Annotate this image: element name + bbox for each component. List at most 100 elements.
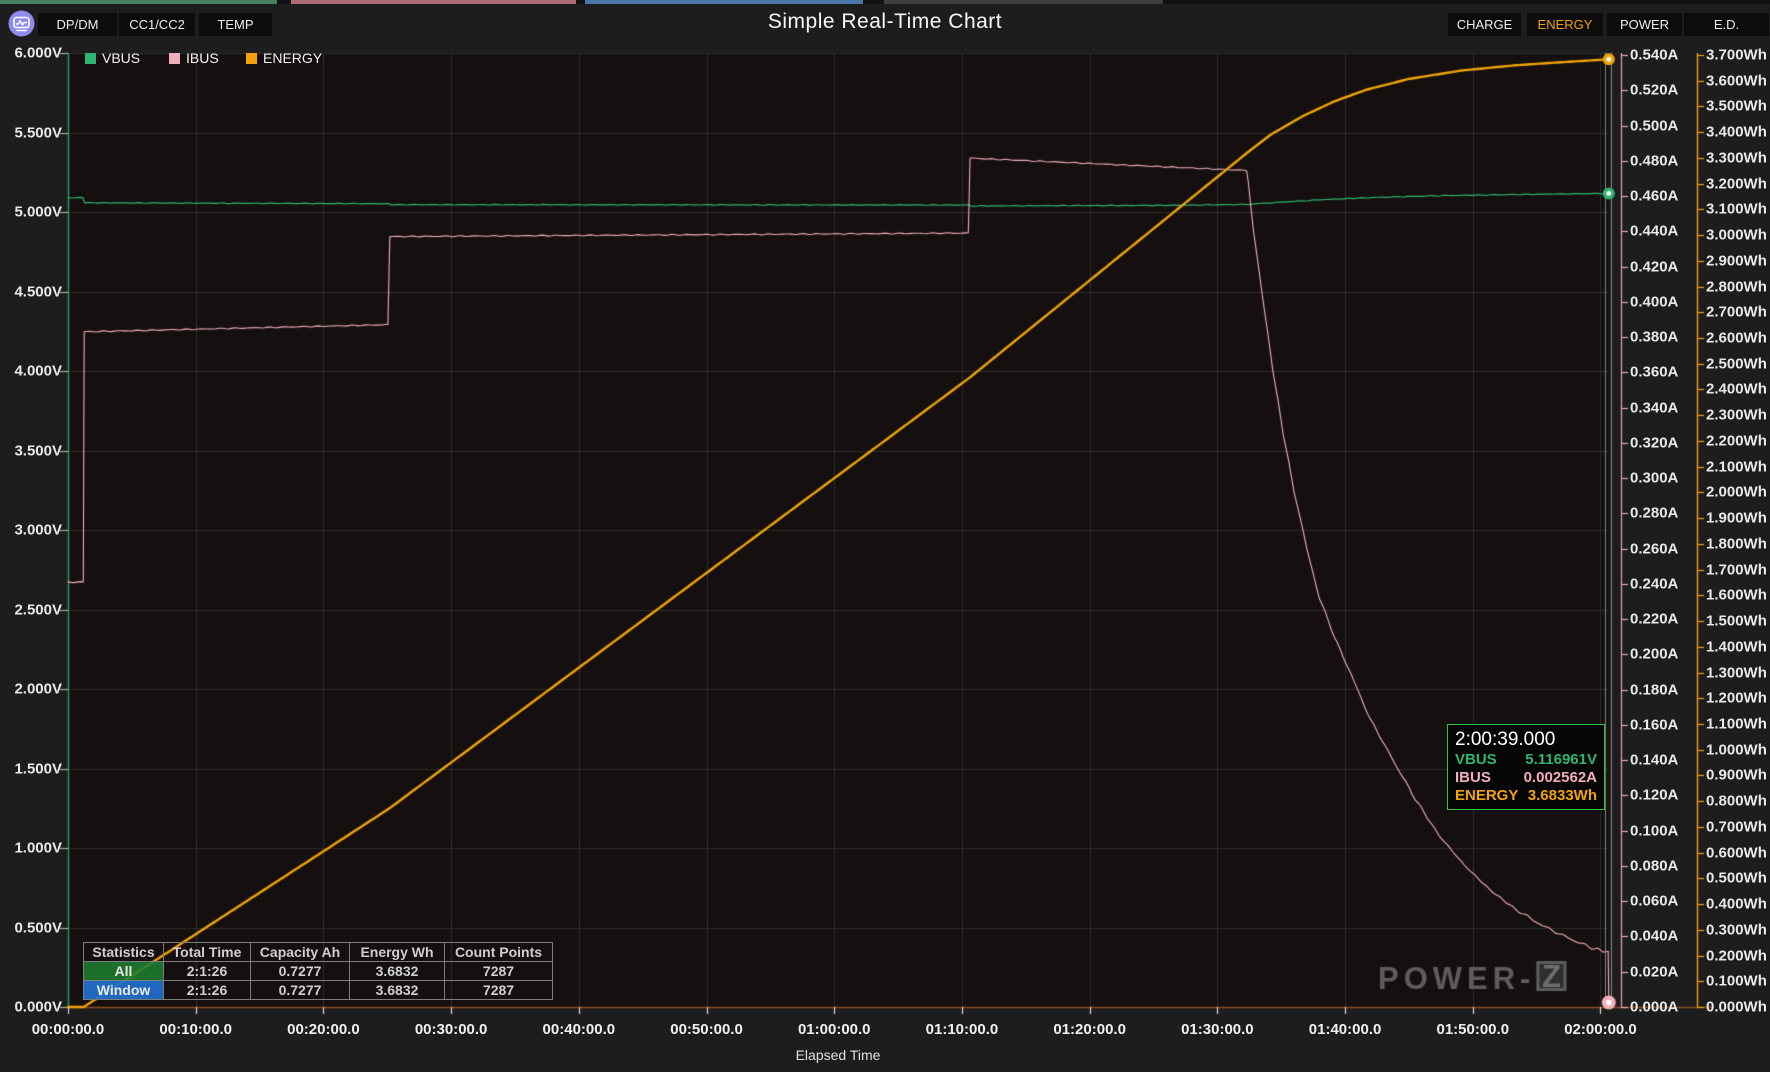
time-tick-label: 00:20:00.0 (287, 1021, 360, 1038)
stats-value-cell: 3.6832 (350, 962, 445, 981)
stats-row-all[interactable]: All2:1:260.72773.68327287 (84, 962, 553, 981)
stats-value-cell: 3.6832 (350, 981, 445, 1000)
energy-tick-label: 2.500Wh (1706, 356, 1767, 371)
ibus-tick-label: 0.060A (1630, 894, 1678, 909)
statistics-table: StatisticsTotal TimeCapacity AhEnergy Wh… (83, 942, 553, 1000)
vbus-tick-label: 1.000V (0, 841, 62, 856)
tooltip-row-ibus: IBUS0.002562A (1455, 769, 1597, 787)
energy-tick-label: 3.000Wh (1706, 228, 1767, 243)
ibus-tick-label: 0.500A (1630, 118, 1678, 133)
tooltip-series-label: ENERGY (1455, 787, 1518, 805)
vbus-tick-label: 5.000V (0, 205, 62, 220)
ibus-tick-label: 0.320A (1630, 435, 1678, 450)
energy-tick-label: 0.500Wh (1706, 871, 1767, 886)
tooltip-time: 2:00:39.000 (1455, 728, 1597, 751)
energy-tick-label: 0.400Wh (1706, 897, 1767, 912)
vbus-tick-label: 3.000V (0, 523, 62, 538)
ibus-tick-label: 0.540A (1630, 48, 1678, 63)
cursor-tooltip: 2:00:39.000 VBUS 5.116961VIBUS0.002562AEN… (1447, 724, 1605, 810)
stats-value-cell: 0.7277 (251, 981, 350, 1000)
energy-tick-label: 3.100Wh (1706, 202, 1767, 217)
stats-value-cell: 7287 (445, 981, 553, 1000)
ibus-tick-label: 0.040A (1630, 929, 1678, 944)
vbus-tick-label: 2.500V (0, 602, 62, 617)
vbus-tick-label: 0.000V (0, 1000, 62, 1015)
energy-tick-label: 1.200Wh (1706, 691, 1767, 706)
time-tick-label: 01:00:00.0 (798, 1021, 871, 1038)
ibus-tick-label: 0.300A (1630, 471, 1678, 486)
vbus-tick-label: 5.500V (0, 125, 62, 140)
ibus-tick-label: 0.080A (1630, 858, 1678, 873)
energy-tick-label: 0.100Wh (1706, 974, 1767, 989)
energy-tick-label: 0.800Wh (1706, 794, 1767, 809)
time-tick-label: 01:50:00.0 (1436, 1021, 1509, 1038)
ibus-tick-label: 0.020A (1630, 964, 1678, 979)
legend-label-vbus: VBUS (102, 50, 140, 66)
energy-tick-label: 0.300Wh (1706, 922, 1767, 937)
energy-tick-label: 2.000Wh (1706, 485, 1767, 500)
vbus-tick-label: 4.500V (0, 284, 62, 299)
time-tick-label: 01:10:00.0 (926, 1021, 999, 1038)
energy-tick-label: 1.700Wh (1706, 562, 1767, 577)
time-tick-label: 01:30:00.0 (1181, 1021, 1254, 1038)
stats-row-window[interactable]: Window2:1:260.72773.68327287 (84, 981, 553, 1000)
energy-tick-label: 2.900Wh (1706, 253, 1767, 268)
ibus-tick-label: 0.460A (1630, 189, 1678, 204)
ibus-tick-label: 0.480A (1630, 153, 1678, 168)
tooltip-row-energy: ENERGY 3.6833Wh (1455, 787, 1597, 805)
ibus-tick-label: 0.100A (1630, 823, 1678, 838)
legend-swatch-energy (246, 53, 257, 64)
stats-header-cell: Count Points (445, 943, 553, 962)
legend-item-vbus[interactable]: VBUS (85, 50, 140, 66)
ibus-tick-label: 0.200A (1630, 647, 1678, 662)
time-tick-label: 01:40:00.0 (1309, 1021, 1382, 1038)
energy-tick-label: 3.300Wh (1706, 150, 1767, 165)
ibus-tick-label: 0.120A (1630, 788, 1678, 803)
energy-tick-label: 1.800Wh (1706, 536, 1767, 551)
tooltip-series-label: VBUS (1455, 751, 1497, 769)
energy-tick-label: 3.200Wh (1706, 176, 1767, 191)
time-tick-label: 00:30:00.0 (415, 1021, 488, 1038)
energy-tick-label: 2.800Wh (1706, 279, 1767, 294)
x-axis-title: Elapsed Time (796, 1047, 881, 1063)
energy-tick-label: 1.100Wh (1706, 716, 1767, 731)
ibus-tick-label: 0.380A (1630, 330, 1678, 345)
tooltip-series-value: 5.116961V (1525, 751, 1597, 769)
time-tick-label: 00:50:00.0 (670, 1021, 743, 1038)
legend-item-ibus[interactable]: IBUS (169, 50, 219, 66)
tooltip-series-value: 3.6833Wh (1528, 787, 1597, 805)
energy-tick-label: 2.600Wh (1706, 331, 1767, 346)
energy-tick-label: 3.500Wh (1706, 99, 1767, 114)
time-tick-label: 01:20:00.0 (1053, 1021, 1126, 1038)
energy-tick-label: 1.000Wh (1706, 742, 1767, 757)
stats-value-cell: 7287 (445, 962, 553, 981)
stats-header-cell: Capacity Ah (251, 943, 350, 962)
energy-tick-label: 2.400Wh (1706, 382, 1767, 397)
ibus-tick-label: 0.340A (1630, 400, 1678, 415)
ibus-tick-label: 0.240A (1630, 576, 1678, 591)
stats-row-name[interactable]: Window (84, 981, 164, 1000)
ibus-tick-label: 0.440A (1630, 224, 1678, 239)
energy-tick-label: 1.300Wh (1706, 665, 1767, 680)
energy-tick-label: 1.600Wh (1706, 588, 1767, 603)
energy-tick-label: 2.300Wh (1706, 408, 1767, 423)
stats-value-cell: 0.7277 (251, 962, 350, 981)
legend-label-energy: ENERGY (263, 50, 322, 66)
stats-row-name[interactable]: All (84, 962, 164, 981)
realtime-chart-plot[interactable] (0, 0, 1770, 1072)
legend-swatch-ibus (169, 53, 180, 64)
tooltip-row-vbus: VBUS 5.116961V (1455, 751, 1597, 769)
energy-tick-label: 0.600Wh (1706, 845, 1767, 860)
energy-tick-label: 2.200Wh (1706, 433, 1767, 448)
energy-tick-label: 3.600Wh (1706, 73, 1767, 88)
tooltip-series-value: 0.002562A (1524, 769, 1597, 787)
ibus-tick-label: 0.260A (1630, 541, 1678, 556)
legend-item-energy[interactable]: ENERGY (246, 50, 322, 66)
vbus-tick-label: 2.000V (0, 682, 62, 697)
time-tick-label: 02:00:00.0 (1564, 1021, 1637, 1038)
energy-tick-label: 3.700Wh (1706, 48, 1767, 63)
ibus-tick-label: 0.400A (1630, 294, 1678, 309)
ibus-tick-label: 0.420A (1630, 259, 1678, 274)
time-tick-label: 00:40:00.0 (543, 1021, 616, 1038)
energy-tick-label: 1.900Wh (1706, 511, 1767, 526)
